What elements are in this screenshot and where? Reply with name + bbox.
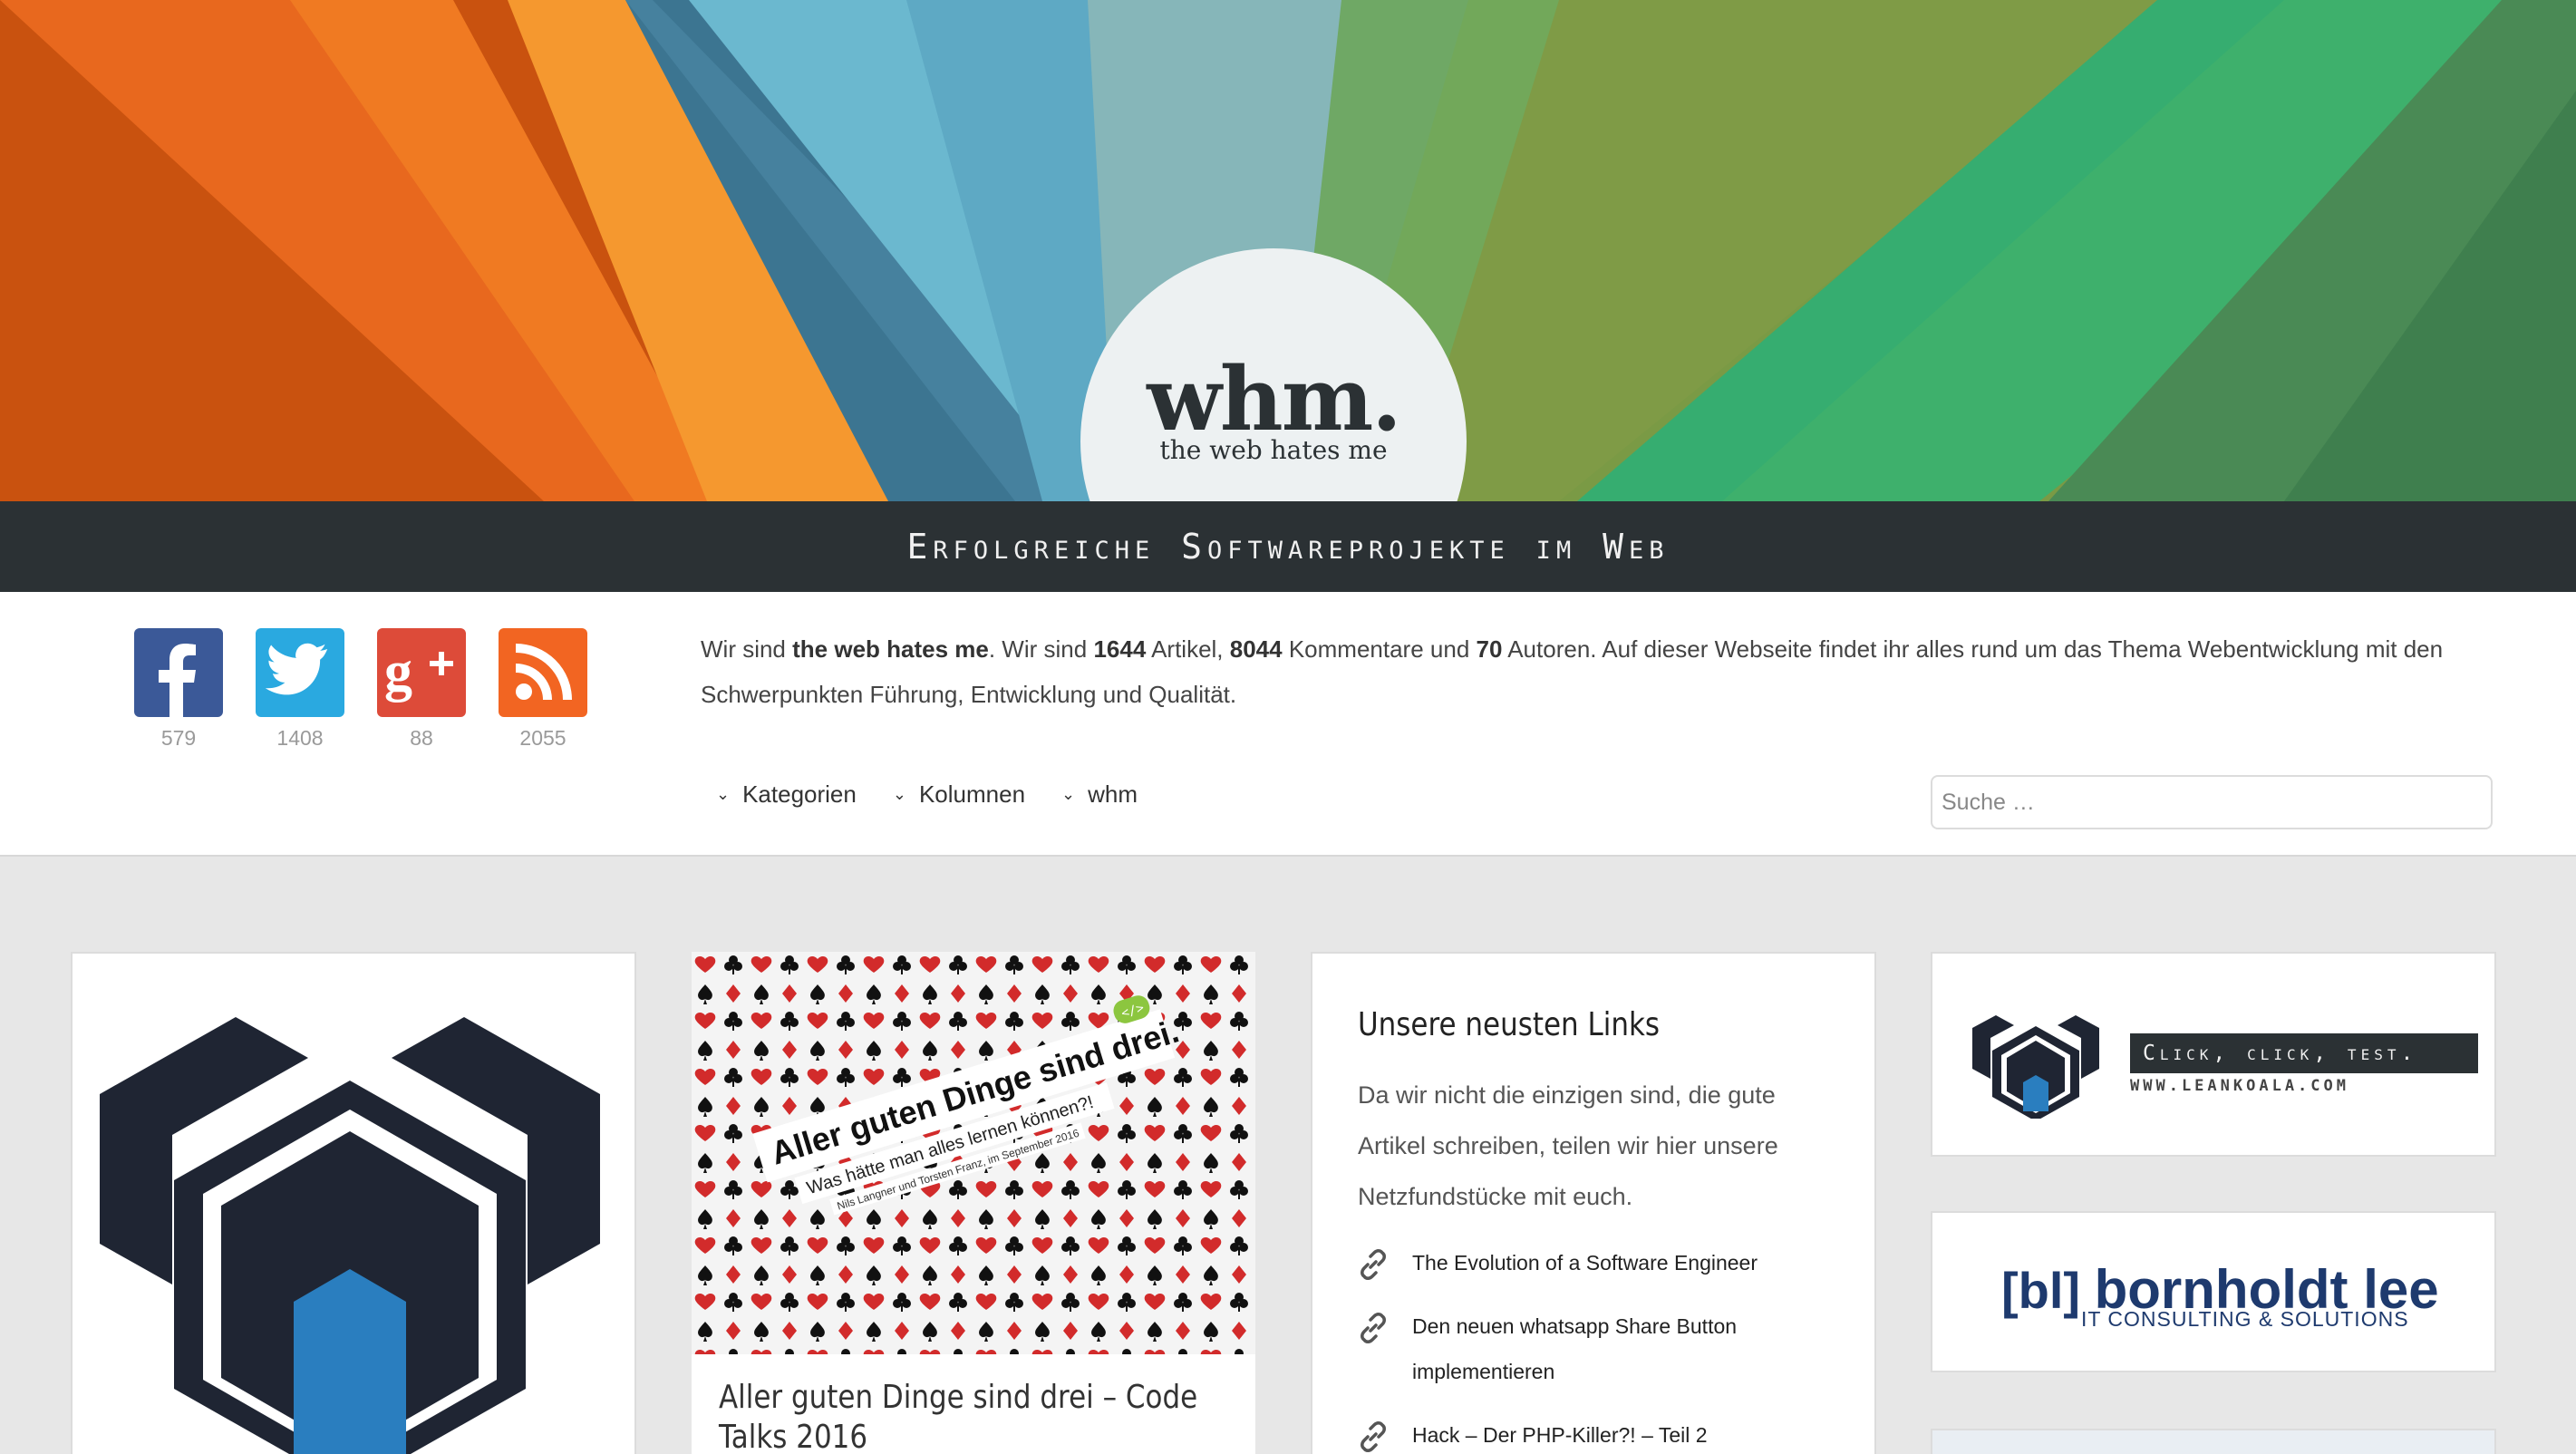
rss-icon: [499, 628, 587, 717]
post-card-code-talks[interactable]: Aller guten Dinge sind drei. Was hätte m…: [692, 952, 1255, 1454]
post-card-leankoala[interactable]: [71, 952, 636, 1454]
chevron-down-icon: ⌄: [892, 785, 906, 803]
rss-count: 2055: [519, 726, 567, 750]
ad-third[interactable]: [1931, 1429, 2496, 1454]
leankoala-url: WWW.LEANKOALA.COM: [2130, 1077, 2349, 1095]
nav-item-kolumnen[interactable]: ⌄ Kolumnen: [893, 780, 1025, 809]
google-plus-count: 88: [410, 726, 433, 750]
twitter-icon: [256, 628, 344, 717]
facebook-button[interactable]: 579: [134, 628, 223, 751]
facebook-icon: [134, 628, 223, 717]
ad-leankoala[interactable]: Click, click, test. WWW.LEANKOALA.COM: [1931, 952, 2496, 1157]
leankoala-ad-logo: [1972, 1015, 2099, 1119]
leankoala-slogan: Click, click, test.: [2130, 1033, 2478, 1073]
svg-text:g: g: [384, 641, 412, 703]
chain-link-icon: [1361, 1313, 1386, 1343]
link-list: The Evolution of a Software Engineer Den…: [1358, 1240, 1847, 1454]
google-plus-icon: g: [377, 628, 466, 717]
post-title[interactable]: Aller guten Dinge sind drei – Code Talks…: [719, 1378, 1217, 1454]
chevron-down-icon: ⌄: [1061, 785, 1076, 803]
ad-bornholdt-lee[interactable]: [bl] bornholdt lee IT CONSULTING & SOLUT…: [1931, 1211, 2496, 1372]
post-image: Aller guten Dinge sind drei. Was hätte m…: [692, 952, 1255, 1354]
twitter-count: 1408: [276, 726, 324, 750]
search-input[interactable]: [1931, 775, 2493, 829]
twitter-button[interactable]: 1408: [256, 628, 344, 751]
nav-item-whm[interactable]: ⌄ whm: [1061, 780, 1138, 809]
link-item[interactable]: Den neuen whatsapp Share Button implemen…: [1358, 1304, 1847, 1394]
links-widget: Unsere neusten Links Da wir nicht die ei…: [1311, 952, 1876, 1454]
chevron-down-icon: ⌄: [716, 785, 731, 803]
link-item[interactable]: The Evolution of a Software Engineer: [1358, 1240, 1847, 1285]
google-plus-button[interactable]: g 88: [377, 628, 466, 751]
site-tagline: Erfolgreiche Softwareprojekte im Web: [0, 501, 2576, 592]
link-item[interactable]: Hack – Der PHP-Killer?! – Teil 2: [1358, 1412, 1847, 1454]
info-bar: 579 1408 g 88 2055 Wir sind the web hate…: [0, 592, 2576, 857]
rss-button[interactable]: 2055: [499, 628, 587, 751]
leankoala-logo: [100, 1017, 600, 1454]
chain-link-icon: [1361, 1421, 1386, 1452]
main-navigation: ⌄ Kategorien ⌄ Kolumnen ⌄ whm: [716, 780, 1174, 809]
facebook-count: 579: [160, 726, 197, 750]
chain-link-icon: [1361, 1249, 1386, 1280]
about-text: Wir sind the web hates me. Wir sind 1644…: [701, 635, 2444, 708]
bornholdt-lee-subtitle: IT CONSULTING & SOLUTIONS: [2081, 1307, 2409, 1331]
widget-intro: Da wir nicht die einzigen sind, die gute…: [1358, 1081, 1778, 1210]
header-banner: whm. the web hates me: [0, 0, 2576, 501]
widget-heading: Unsere neusten Links: [1358, 1006, 1661, 1043]
logo-subtitle: the web hates me: [1159, 435, 1388, 465]
nav-item-kategorien[interactable]: ⌄ Kategorien: [716, 780, 857, 809]
